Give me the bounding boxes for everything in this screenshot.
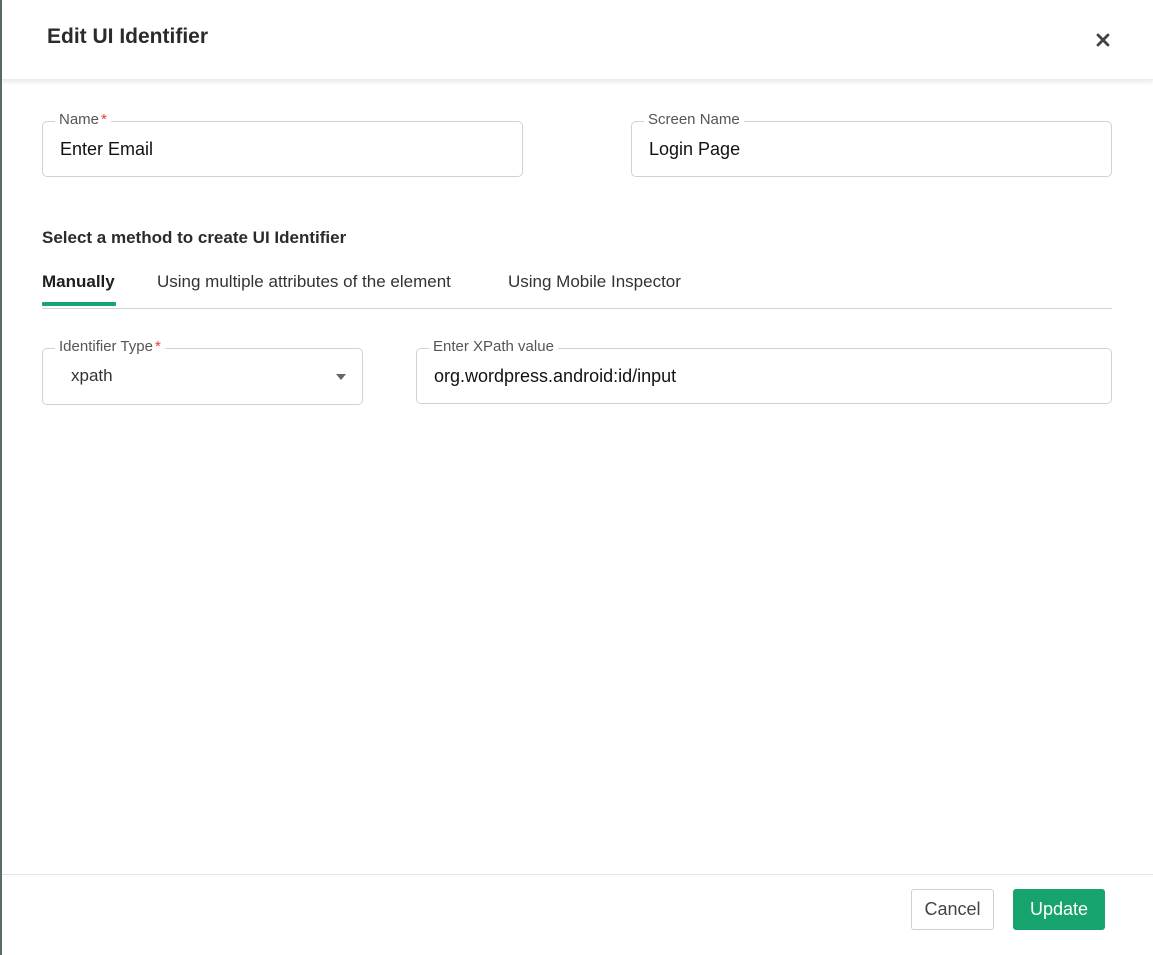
xpath-input-value[interactable]: org.wordpress.android:id/input (434, 366, 676, 387)
active-tab-indicator (42, 302, 116, 306)
identifier-type-label: Identifier Type * (55, 338, 165, 356)
name-field-label: Name * (55, 111, 111, 129)
tab-mobile-inspector[interactable]: Using Mobile Inspector (508, 272, 681, 292)
screen-name-field[interactable]: Screen Name Login Page (631, 111, 1112, 177)
tab-multiple-attributes[interactable]: Using multiple attributes of the element (157, 272, 451, 292)
required-mark: * (154, 338, 161, 355)
method-heading: Select a method to create UI Identifier (42, 228, 347, 247)
name-input-value[interactable]: Enter Email (60, 139, 153, 160)
required-mark: * (101, 111, 107, 128)
update-button[interactable]: Update (1013, 889, 1105, 930)
xpath-field[interactable]: Enter XPath value org.wordpress.android:… (416, 338, 1112, 404)
dialog-header: Edit UI Identifier (2, 0, 1153, 80)
method-tabs: Manually Using multiple attributes of th… (42, 272, 1112, 309)
dialog-title: Edit UI Identifier (47, 25, 209, 48)
screen-name-input-value[interactable]: Login Page (649, 139, 740, 160)
tab-manually[interactable]: Manually (42, 272, 116, 306)
identifier-type-select[interactable]: Identifier Type * xpath (42, 338, 363, 405)
window-left-edge (0, 0, 2, 955)
chevron-down-icon (336, 374, 346, 380)
screen-name-field-label: Screen Name (644, 111, 744, 129)
cancel-button[interactable]: Cancel (911, 889, 994, 930)
name-field[interactable]: Name * Enter Email (42, 111, 523, 177)
identifier-type-value: xpath (71, 366, 113, 385)
xpath-field-label: Enter XPath value (429, 338, 558, 356)
footer-divider (2, 874, 1153, 875)
close-icon (1096, 33, 1110, 47)
close-button[interactable] (1092, 29, 1114, 51)
